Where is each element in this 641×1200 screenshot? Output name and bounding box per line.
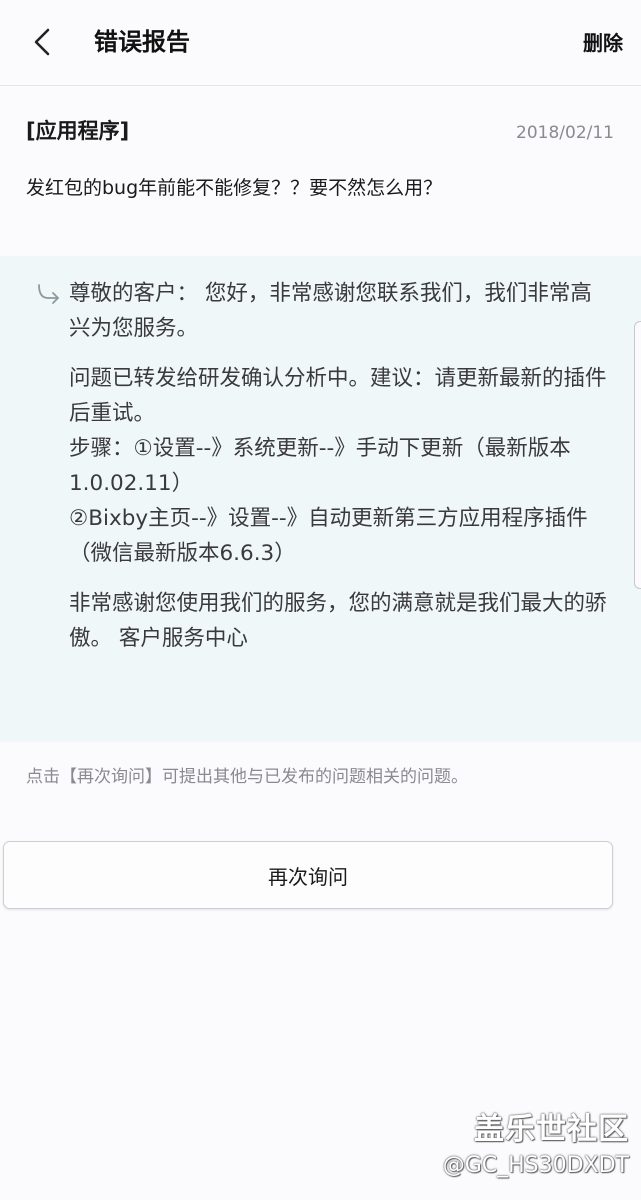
reply-panel: 尊敬的客户： 您好，非常感谢您联系我们，我们非常高兴为您服务。 问题已转发给研发…	[0, 256, 641, 742]
ask-again-button[interactable]: 再次询问	[3, 841, 613, 909]
scrollbar-thumb[interactable]	[634, 321, 641, 589]
chevron-left-icon	[34, 28, 50, 56]
report-category: [应用程序]	[26, 119, 130, 143]
report-date: 2018/02/11	[516, 123, 614, 143]
community-watermark: 盖乐世社区 @GC_HS30DXDT	[443, 1110, 629, 1182]
reply-suggestion: 问题已转发给研发确认分析中。建议：请更新最新的插件后重试。 步骤：①设置--》系…	[69, 366, 607, 566]
report-question: 发红包的bug年前能不能修复？？要不然怎么用？	[26, 177, 443, 199]
back-button[interactable]	[22, 22, 62, 62]
delete-button[interactable]: 删除	[583, 28, 623, 58]
watermark-title: 盖乐世社区	[474, 1112, 629, 1147]
reply-arrow-icon	[38, 284, 59, 304]
page-title: 错误报告	[94, 28, 190, 56]
reply-message: 尊敬的客户： 您好，非常感谢您联系我们，我们非常高兴为您服务。 问题已转发给研发…	[69, 276, 609, 656]
reply-closing: 非常感谢您使用我们的服务，您的满意就是我们最大的骄傲。 客户服务中心	[69, 591, 607, 651]
app-header: 错误报告 删除	[0, 0, 641, 86]
ask-again-hint: 点击【再次询问】可提出其他与已发布的问题相关的问题。	[26, 767, 468, 787]
watermark-handle: @GC_HS30DXDT	[442, 1153, 629, 1178]
reply-greeting: 尊敬的客户： 您好，非常感谢您联系我们，我们非常高兴为您服务。	[69, 281, 592, 341]
